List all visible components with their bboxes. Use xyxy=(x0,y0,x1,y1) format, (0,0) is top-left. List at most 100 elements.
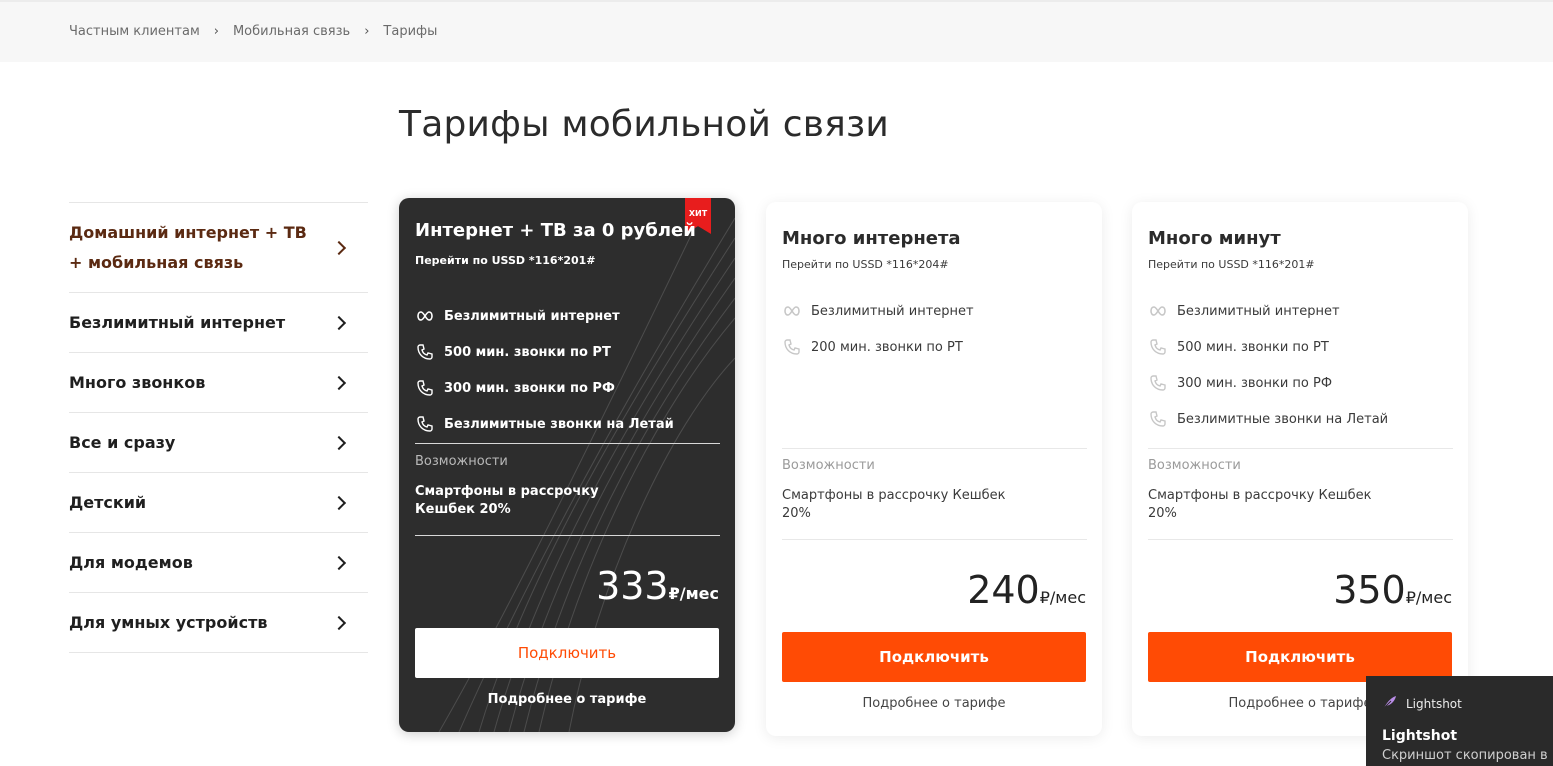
card-ussd: Перейти по USSD *116*204# xyxy=(782,258,949,271)
feature-item: 300 мин. звонки по РФ xyxy=(1148,365,1388,401)
chevron-right-icon xyxy=(331,375,347,390)
sidebar-item-label: Детский xyxy=(69,493,147,512)
price-value: 333 xyxy=(596,564,669,608)
feature-text: 500 мин. звонки по РТ xyxy=(1177,339,1329,355)
divider xyxy=(782,539,1087,540)
notification-app: Lightshot xyxy=(1382,694,1462,713)
price-value: 350 xyxy=(1333,568,1406,612)
connect-button[interactable]: Подключить xyxy=(1148,632,1452,682)
card-title: Интернет + ТВ за 0 рублей xyxy=(415,220,696,241)
chevron-right-icon: › xyxy=(364,24,370,39)
price-value: 240 xyxy=(967,568,1040,612)
opportunities-text: Смартфоны в рассрочку Кешбек 20% xyxy=(415,484,599,517)
card-title: Много интернета xyxy=(782,228,961,249)
feature-item: Безлимитный интернет xyxy=(1148,293,1388,329)
connect-button[interactable]: Подключить xyxy=(782,632,1086,682)
divider xyxy=(415,443,720,444)
sidebar-item-modems[interactable]: Для модемов xyxy=(69,533,368,593)
phone-icon xyxy=(415,378,435,398)
price: 333 ₽/мес xyxy=(596,564,719,608)
phone-icon xyxy=(415,414,435,434)
phone-icon xyxy=(782,337,802,357)
divider xyxy=(415,535,720,536)
feature-text: 300 мин. звонки по РФ xyxy=(1177,375,1333,391)
feature-text: Безлимитные звонки на Летай xyxy=(444,416,674,432)
opportunities-title: Возможности xyxy=(415,454,508,469)
phone-icon xyxy=(1148,337,1168,357)
opportunities-title: Возможности xyxy=(782,458,875,473)
feature-text: 500 мин. звонки по РТ xyxy=(444,344,611,360)
feature-text: 300 мин. звонки по РФ xyxy=(444,380,615,396)
chevron-right-icon xyxy=(331,435,347,450)
feature-item: 500 мин. звонки по РТ xyxy=(415,334,674,370)
opportunities-title: Возможности xyxy=(1148,458,1241,473)
price: 350 ₽/мес xyxy=(1333,568,1452,612)
sidebar-item-label: Для модемов xyxy=(69,553,193,572)
breadcrumb-item-mobile[interactable]: Мобильная связь xyxy=(233,24,350,39)
sidebar-item-label: Для умных устройств xyxy=(69,613,268,632)
feature-item: 500 мин. звонки по РТ xyxy=(1148,329,1388,365)
feature-text: 200 мин. звонки по РТ xyxy=(811,339,963,355)
sidebar-item-label: Все и сразу xyxy=(69,433,176,452)
sidebar-item-smart-devices[interactable]: Для умных устройств xyxy=(69,593,368,653)
notification-message: Скриншот скопирован в xyxy=(1382,748,1548,763)
breadcrumb-item-private-clients[interactable]: Частным клиентам xyxy=(69,24,200,39)
divider xyxy=(1148,539,1453,540)
card-ussd: Перейти по USSD *116*201# xyxy=(1148,258,1315,271)
chevron-right-icon xyxy=(331,240,347,255)
opportunities-text: Смартфоны в рассрочку Кешбек 20% xyxy=(1148,488,1372,521)
sidebar-item-label: Много звонков xyxy=(69,373,206,392)
sidebar: Домашний интернет + ТВ + мобильная связь… xyxy=(69,202,368,653)
feature-list: Безлимитный интернет 500 мин. звонки по … xyxy=(1148,293,1388,437)
feature-text: Безлимитные звонки на Летай xyxy=(1177,411,1389,427)
price-unit: ₽/мес xyxy=(1405,588,1452,607)
breadcrumb: Частным клиентам › Мобильная связь › Тар… xyxy=(69,24,437,39)
phone-icon xyxy=(1148,373,1168,393)
price: 240 ₽/мес xyxy=(967,568,1086,612)
infinity-icon xyxy=(415,306,435,326)
feature-item: 300 мин. звонки по РФ xyxy=(415,370,674,406)
breadcrumb-bar: Частным клиентам › Мобильная связь › Тар… xyxy=(0,0,1553,62)
page-title: Тарифы мобильной связи xyxy=(399,104,889,145)
card-title: Много минут xyxy=(1148,228,1281,249)
notification-title: Lightshot xyxy=(1382,728,1458,744)
chevron-right-icon xyxy=(331,315,347,330)
tariff-card-internet-tv: ХИТ Интернет + ТВ за 0 рублей Перейти по… xyxy=(399,198,735,732)
sidebar-item-many-calls[interactable]: Много звонков xyxy=(69,353,368,413)
connect-button[interactable]: Подключить xyxy=(415,628,719,678)
sidebar-item-home-internet-tv-mobile[interactable]: Домашний интернет + ТВ + мобильная связь xyxy=(69,203,368,293)
sidebar-item-label: Домашний интернет + ТВ + мобильная связь xyxy=(69,222,307,272)
chevron-right-icon: › xyxy=(213,24,219,39)
feature-item: Безлимитные звонки на Летай xyxy=(415,406,674,442)
feature-item: Безлимитные звонки на Летай xyxy=(1148,401,1388,437)
chevron-right-icon xyxy=(331,615,347,630)
feature-text: Безлимитный интернет xyxy=(811,303,974,319)
feature-list: Безлимитный интернет 200 мин. звонки по … xyxy=(782,293,974,365)
feature-text: Безлимитный интернет xyxy=(1177,303,1340,319)
lightshot-notification[interactable]: Lightshot Lightshot Скриншот скопирован … xyxy=(1366,676,1553,766)
sidebar-item-unlimited-internet[interactable]: Безлимитный интернет xyxy=(69,293,368,353)
sidebar-item-label: Безлимитный интернет xyxy=(69,313,286,332)
tariff-card-lots-of-internet: Много интернета Перейти по USSD *116*204… xyxy=(766,202,1102,736)
chevron-right-icon xyxy=(331,495,347,510)
phone-icon xyxy=(1148,409,1168,429)
feather-icon xyxy=(1382,694,1398,713)
card-ussd: Перейти по USSD *116*201# xyxy=(415,254,596,267)
notification-app-name: Lightshot xyxy=(1406,696,1462,711)
breadcrumb-item-tariffs: Тарифы xyxy=(383,24,438,39)
feature-text: Безлимитный интернет xyxy=(444,308,620,324)
feature-item: 200 мин. звонки по РТ xyxy=(782,329,974,365)
price-unit: ₽/мес xyxy=(668,584,719,603)
tariff-details-link[interactable]: Подробнее о тарифе xyxy=(399,692,735,707)
infinity-icon xyxy=(782,301,802,321)
divider xyxy=(782,448,1087,449)
feature-list: Безлимитный интернет 500 мин. звонки по … xyxy=(415,298,674,442)
tariff-details-link[interactable]: Подробнее о тарифе xyxy=(766,696,1102,711)
phone-icon xyxy=(415,342,435,362)
sidebar-item-kids[interactable]: Детский xyxy=(69,473,368,533)
feature-item: Безлимитный интернет xyxy=(415,298,674,334)
sidebar-item-all-at-once[interactable]: Все и сразу xyxy=(69,413,368,473)
tariff-card-lots-of-minutes: Много минут Перейти по USSD *116*201# Бе… xyxy=(1132,202,1468,736)
opportunities-text: Смартфоны в рассрочку Кешбек 20% xyxy=(782,488,1006,521)
divider xyxy=(1148,448,1453,449)
